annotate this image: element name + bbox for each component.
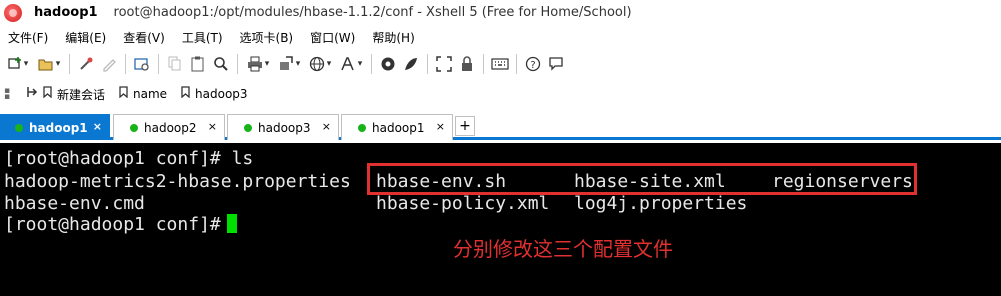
help-icon[interactable]: ? (523, 53, 543, 75)
lock-icon[interactable] (457, 53, 477, 75)
tab-hadoop1-active[interactable]: hadoop1 × (0, 114, 110, 140)
fullscreen-icon[interactable] (434, 53, 454, 75)
terminal-line: [root@hadoop1 conf]# ls (4, 148, 254, 169)
arrow-session-icon (26, 86, 38, 102)
find-icon[interactable] (211, 53, 231, 75)
properties-icon[interactable] (132, 53, 152, 75)
menu-edit[interactable]: 编辑(E) (57, 29, 115, 46)
toolbar-divider (69, 54, 70, 74)
tab-label: hadoop1 (29, 120, 88, 135)
svg-text:?: ? (530, 60, 535, 71)
toolbar-divider (427, 54, 428, 74)
bookmark-icon (119, 86, 128, 102)
terminal-cursor (226, 214, 237, 233)
terminal-line: hadoop-metrics2-hbase.properties (4, 171, 351, 192)
close-icon[interactable]: × (208, 120, 217, 133)
xshell-logo-icon[interactable] (4, 3, 22, 22)
window-title: root@hadoop1:/opt/modules/hbase-1.1.2/co… (113, 5, 632, 20)
font-icon[interactable] (337, 53, 365, 75)
script-icon[interactable] (378, 53, 398, 75)
bookmark-icon (43, 86, 52, 102)
tab-label: hadoop3 (258, 120, 311, 135)
links-bar-grip-icon[interactable]: ▪ ▪ (4, 87, 12, 102)
toolbar-divider (158, 54, 159, 74)
close-icon[interactable]: × (322, 120, 331, 133)
open-folder-icon[interactable] (35, 53, 63, 75)
terminal-prompt-line: [root@hadoop1 conf]# (4, 214, 237, 235)
link-label: 新建会话 (57, 87, 106, 102)
terminal-area[interactable]: [root@hadoop1 conf]# ls hadoop-metrics2-… (0, 143, 1001, 296)
terminal-file: hbase-policy.xml (376, 193, 550, 214)
toolbar-divider (371, 54, 372, 74)
menu-view[interactable]: 查看(V) (115, 29, 174, 46)
pencil-icon[interactable] (99, 53, 119, 75)
tab-hadoop2[interactable]: hadoop2 × (113, 114, 225, 140)
tab-hadoop3[interactable]: hadoop3 × (227, 114, 339, 140)
toolbar-divider (237, 54, 238, 74)
connected-status-icon (244, 123, 252, 132)
chat-icon[interactable] (546, 53, 566, 75)
toolbar-divider (483, 54, 484, 74)
link-hadoop3[interactable]: hadoop3 (181, 86, 248, 102)
link-label: name (133, 87, 168, 101)
tab-bar: hadoop1 × hadoop2 × hadoop3 × hadoop1 × … (0, 112, 1001, 140)
window-session-name: hadoop1 (34, 5, 98, 20)
annotation-text: 分别修改这三个配置文件 (453, 237, 673, 261)
add-tab-button[interactable]: + (455, 116, 475, 136)
globe-icon[interactable] (306, 53, 334, 75)
links-bar: ▪ ▪ 新建会话 name hadoop3 (0, 80, 1001, 108)
connected-status-icon (358, 123, 366, 132)
terminal-file: log4j.properties (574, 193, 748, 214)
title-bar: hadoop1 root@hadoop1:/opt/modules/hbase-… (0, 0, 1001, 25)
print-icon[interactable] (244, 53, 272, 75)
highlight-box (367, 163, 917, 195)
tab-label: hadoop1 (372, 120, 425, 135)
transfer-icon[interactable] (275, 53, 303, 75)
terminal-line: hbase-env.cmd (4, 193, 145, 214)
link-icon[interactable] (76, 53, 96, 75)
menu-file[interactable]: 文件(F) (0, 29, 57, 46)
toolbar: ? (0, 49, 1001, 79)
menu-tools[interactable]: 工具(T) (174, 29, 232, 46)
menu-tabs[interactable]: 选项卡(B) (232, 29, 303, 46)
menu-help[interactable]: 帮助(H) (364, 29, 423, 46)
link-new-session[interactable]: 新建会话 (26, 86, 105, 103)
connected-status-icon (130, 123, 138, 132)
menu-window[interactable]: 窗口(W) (302, 29, 364, 46)
copy-icon[interactable] (165, 53, 185, 75)
tab-hadoop1-second[interactable]: hadoop1 × (341, 114, 453, 140)
bookmark-icon (181, 86, 190, 102)
tab-label: hadoop2 (144, 120, 197, 135)
toolbar-divider (516, 54, 517, 74)
link-label: hadoop3 (195, 87, 248, 101)
keyboard-icon[interactable] (490, 53, 510, 75)
xftp-icon[interactable] (401, 53, 421, 75)
close-icon[interactable]: × (93, 120, 102, 133)
new-session-icon[interactable] (4, 53, 32, 75)
link-name[interactable]: name (119, 86, 167, 102)
connected-status-icon (15, 123, 23, 132)
close-icon[interactable]: × (436, 120, 445, 133)
terminal-prompt: [root@hadoop1 conf]# (4, 214, 221, 235)
menu-bar: 文件(F) 编辑(E) 查看(V) 工具(T) 选项卡(B) 窗口(W) 帮助(… (0, 25, 1001, 49)
toolbar-divider (125, 54, 126, 74)
paste-icon[interactable] (188, 53, 208, 75)
